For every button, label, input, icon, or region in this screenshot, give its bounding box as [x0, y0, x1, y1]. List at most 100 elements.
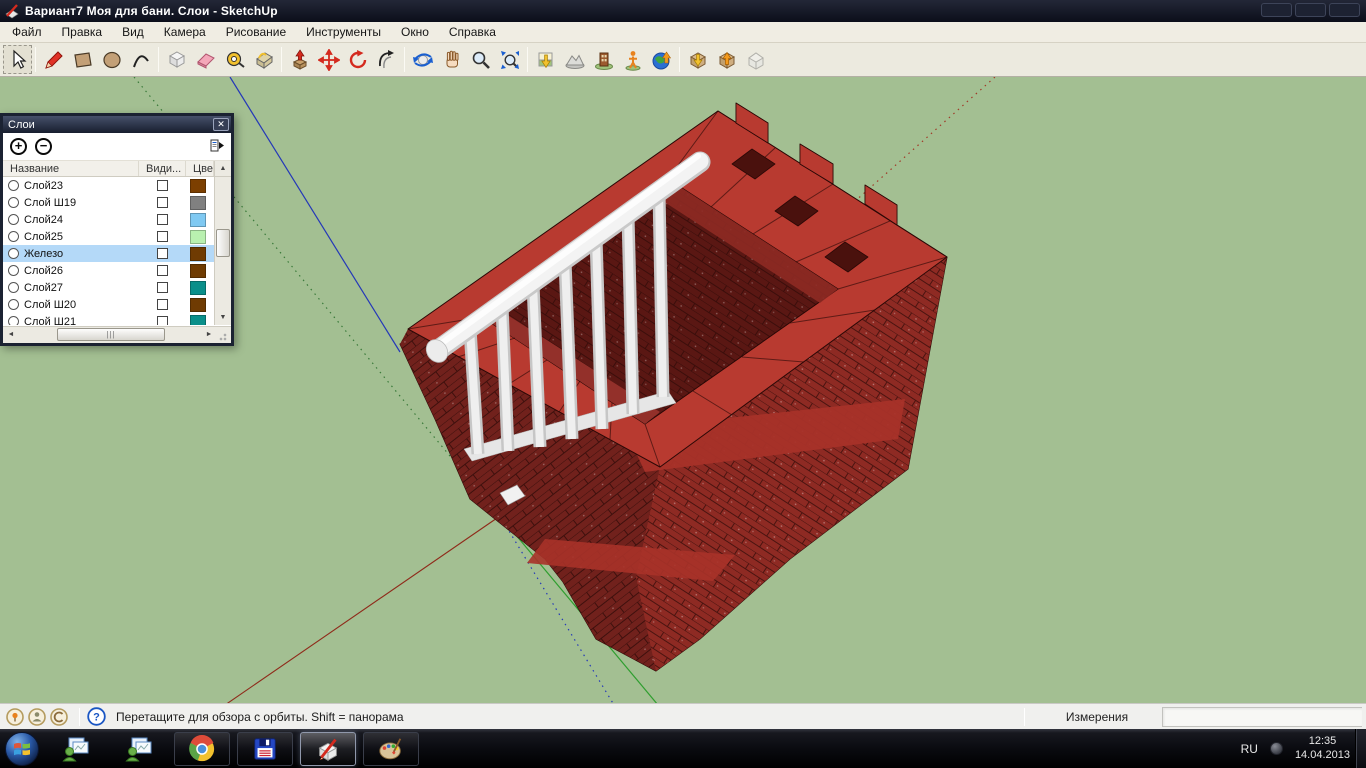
layer-radio[interactable]: [8, 282, 19, 293]
layer-radio[interactable]: [8, 214, 19, 225]
add-location-button[interactable]: [531, 45, 560, 74]
layer-radio[interactable]: [8, 231, 19, 242]
language-indicator[interactable]: RU: [1241, 742, 1258, 756]
zoom-extents-button[interactable]: [495, 45, 524, 74]
visibility-checkbox[interactable]: [157, 214, 168, 225]
visibility-checkbox[interactable]: [157, 299, 168, 310]
tape-measure-button[interactable]: [220, 45, 249, 74]
help-icon[interactable]: ?: [87, 707, 106, 726]
visibility-checkbox[interactable]: [157, 180, 168, 191]
menu-view[interactable]: Вид: [112, 23, 154, 41]
scroll-down-button[interactable]: ▼: [215, 310, 231, 325]
add-building-button[interactable]: [589, 45, 618, 74]
line-tool-button[interactable]: [39, 45, 68, 74]
rotate-tool-button[interactable]: [343, 45, 372, 74]
layer-color-swatch[interactable]: [190, 230, 206, 244]
layer-row[interactable]: Слой Ш19: [3, 194, 231, 211]
visibility-checkbox[interactable]: [157, 265, 168, 276]
layers-close-button[interactable]: ✕: [213, 118, 229, 131]
model-viewport[interactable]: Слои ✕ + − Название Види... Цве ▲ Слой23…: [0, 77, 1366, 703]
scroll-up-button[interactable]: ▲: [214, 161, 231, 176]
menu-file[interactable]: Файл: [2, 23, 52, 41]
close-button[interactable]: [1329, 3, 1360, 17]
layer-radio[interactable]: [8, 197, 19, 208]
menu-camera[interactable]: Камера: [154, 23, 216, 41]
make-component-button[interactable]: [162, 45, 191, 74]
layer-row-selected[interactable]: Железо: [3, 245, 231, 262]
layers-details-arrow-icon[interactable]: [209, 138, 225, 154]
layers-vertical-scrollbar[interactable]: ▼: [214, 177, 231, 325]
layer-color-swatch[interactable]: [190, 213, 206, 227]
layer-color-swatch[interactable]: [190, 298, 206, 312]
select-tool-button[interactable]: [3, 45, 32, 74]
layer-row[interactable]: Слой25: [3, 228, 231, 245]
column-header-name[interactable]: Название: [3, 161, 139, 176]
scroll-left-button[interactable]: ◄: [3, 327, 19, 343]
menu-help[interactable]: Справка: [439, 23, 506, 41]
taskbar-app-paint[interactable]: [363, 732, 419, 766]
vertical-scroll-thumb[interactable]: [216, 229, 230, 257]
taskbar-app-sketchup[interactable]: [300, 732, 356, 766]
taskbar-app-chrome[interactable]: [174, 732, 230, 766]
layer-row[interactable]: Слой Ш21: [3, 313, 231, 325]
layer-color-swatch[interactable]: [190, 196, 206, 210]
layer-row[interactable]: Слой24: [3, 211, 231, 228]
visibility-checkbox[interactable]: [157, 282, 168, 293]
layer-color-swatch[interactable]: [190, 315, 206, 326]
taskbar-app-save-tool[interactable]: [237, 732, 293, 766]
pan-tool-button[interactable]: [437, 45, 466, 74]
visibility-checkbox[interactable]: [157, 231, 168, 242]
visibility-checkbox[interactable]: [157, 197, 168, 208]
get-models-button[interactable]: [683, 45, 712, 74]
menu-window[interactable]: Окно: [391, 23, 439, 41]
layer-radio[interactable]: [8, 265, 19, 276]
layer-color-swatch[interactable]: [190, 179, 206, 193]
visibility-checkbox[interactable]: [157, 316, 168, 325]
layer-radio[interactable]: [8, 316, 19, 325]
layer-color-swatch[interactable]: [190, 281, 206, 295]
layers-horizontal-scrollbar[interactable]: ◄ ||| ►: [3, 326, 231, 343]
minimize-button[interactable]: [1261, 3, 1292, 17]
tray-clock[interactable]: 12:35 14.04.2013: [1295, 735, 1350, 763]
remove-layer-button[interactable]: −: [35, 138, 52, 155]
show-desktop-button[interactable]: [1355, 729, 1366, 768]
layer-radio[interactable]: [8, 248, 19, 259]
layer-radio[interactable]: [8, 299, 19, 310]
shared-components-button[interactable]: [741, 45, 770, 74]
taskbar-app-stats[interactable]: [48, 732, 104, 766]
menu-edit[interactable]: Правка: [52, 23, 113, 41]
layers-dialog-titlebar[interactable]: Слои ✕: [3, 116, 231, 133]
paint-bucket-button[interactable]: [249, 45, 278, 74]
column-header-color[interactable]: Цве: [186, 161, 214, 176]
horizontal-scroll-thumb[interactable]: |||: [57, 328, 165, 341]
measurements-box[interactable]: [1162, 707, 1362, 727]
layer-row[interactable]: Слой Ш20: [3, 296, 231, 313]
rectangle-tool-button[interactable]: [68, 45, 97, 74]
menu-draw[interactable]: Рисование: [216, 23, 296, 41]
column-header-visible[interactable]: Види...: [139, 161, 186, 176]
arc-tool-button[interactable]: [126, 45, 155, 74]
eraser-tool-button[interactable]: [191, 45, 220, 74]
layer-row[interactable]: Слой27: [3, 279, 231, 296]
visibility-checkbox[interactable]: [157, 248, 168, 259]
taskbar-app-stats-2[interactable]: [111, 732, 167, 766]
layer-row[interactable]: Слой23: [3, 177, 231, 194]
credits-status-icon[interactable]: [28, 708, 46, 726]
maximize-button[interactable]: [1295, 3, 1326, 17]
photo-textures-button[interactable]: [618, 45, 647, 74]
resize-grip[interactable]: [217, 327, 231, 343]
scroll-right-button[interactable]: ►: [201, 327, 217, 343]
layer-row[interactable]: Слой26: [3, 262, 231, 279]
horizontal-scroll-track[interactable]: |||: [19, 327, 201, 343]
orbit-tool-button[interactable]: [408, 45, 437, 74]
circle-tool-button[interactable]: [97, 45, 126, 74]
layer-color-swatch[interactable]: [190, 247, 206, 261]
follow-me-button[interactable]: [372, 45, 401, 74]
start-button[interactable]: [3, 730, 41, 768]
geolocation-status-icon[interactable]: [6, 708, 24, 726]
share-model-button[interactable]: [712, 45, 741, 74]
menu-tools[interactable]: Инструменты: [296, 23, 391, 41]
license-status-icon[interactable]: [50, 708, 68, 726]
add-layer-button[interactable]: +: [10, 138, 27, 155]
layer-radio[interactable]: [8, 180, 19, 191]
